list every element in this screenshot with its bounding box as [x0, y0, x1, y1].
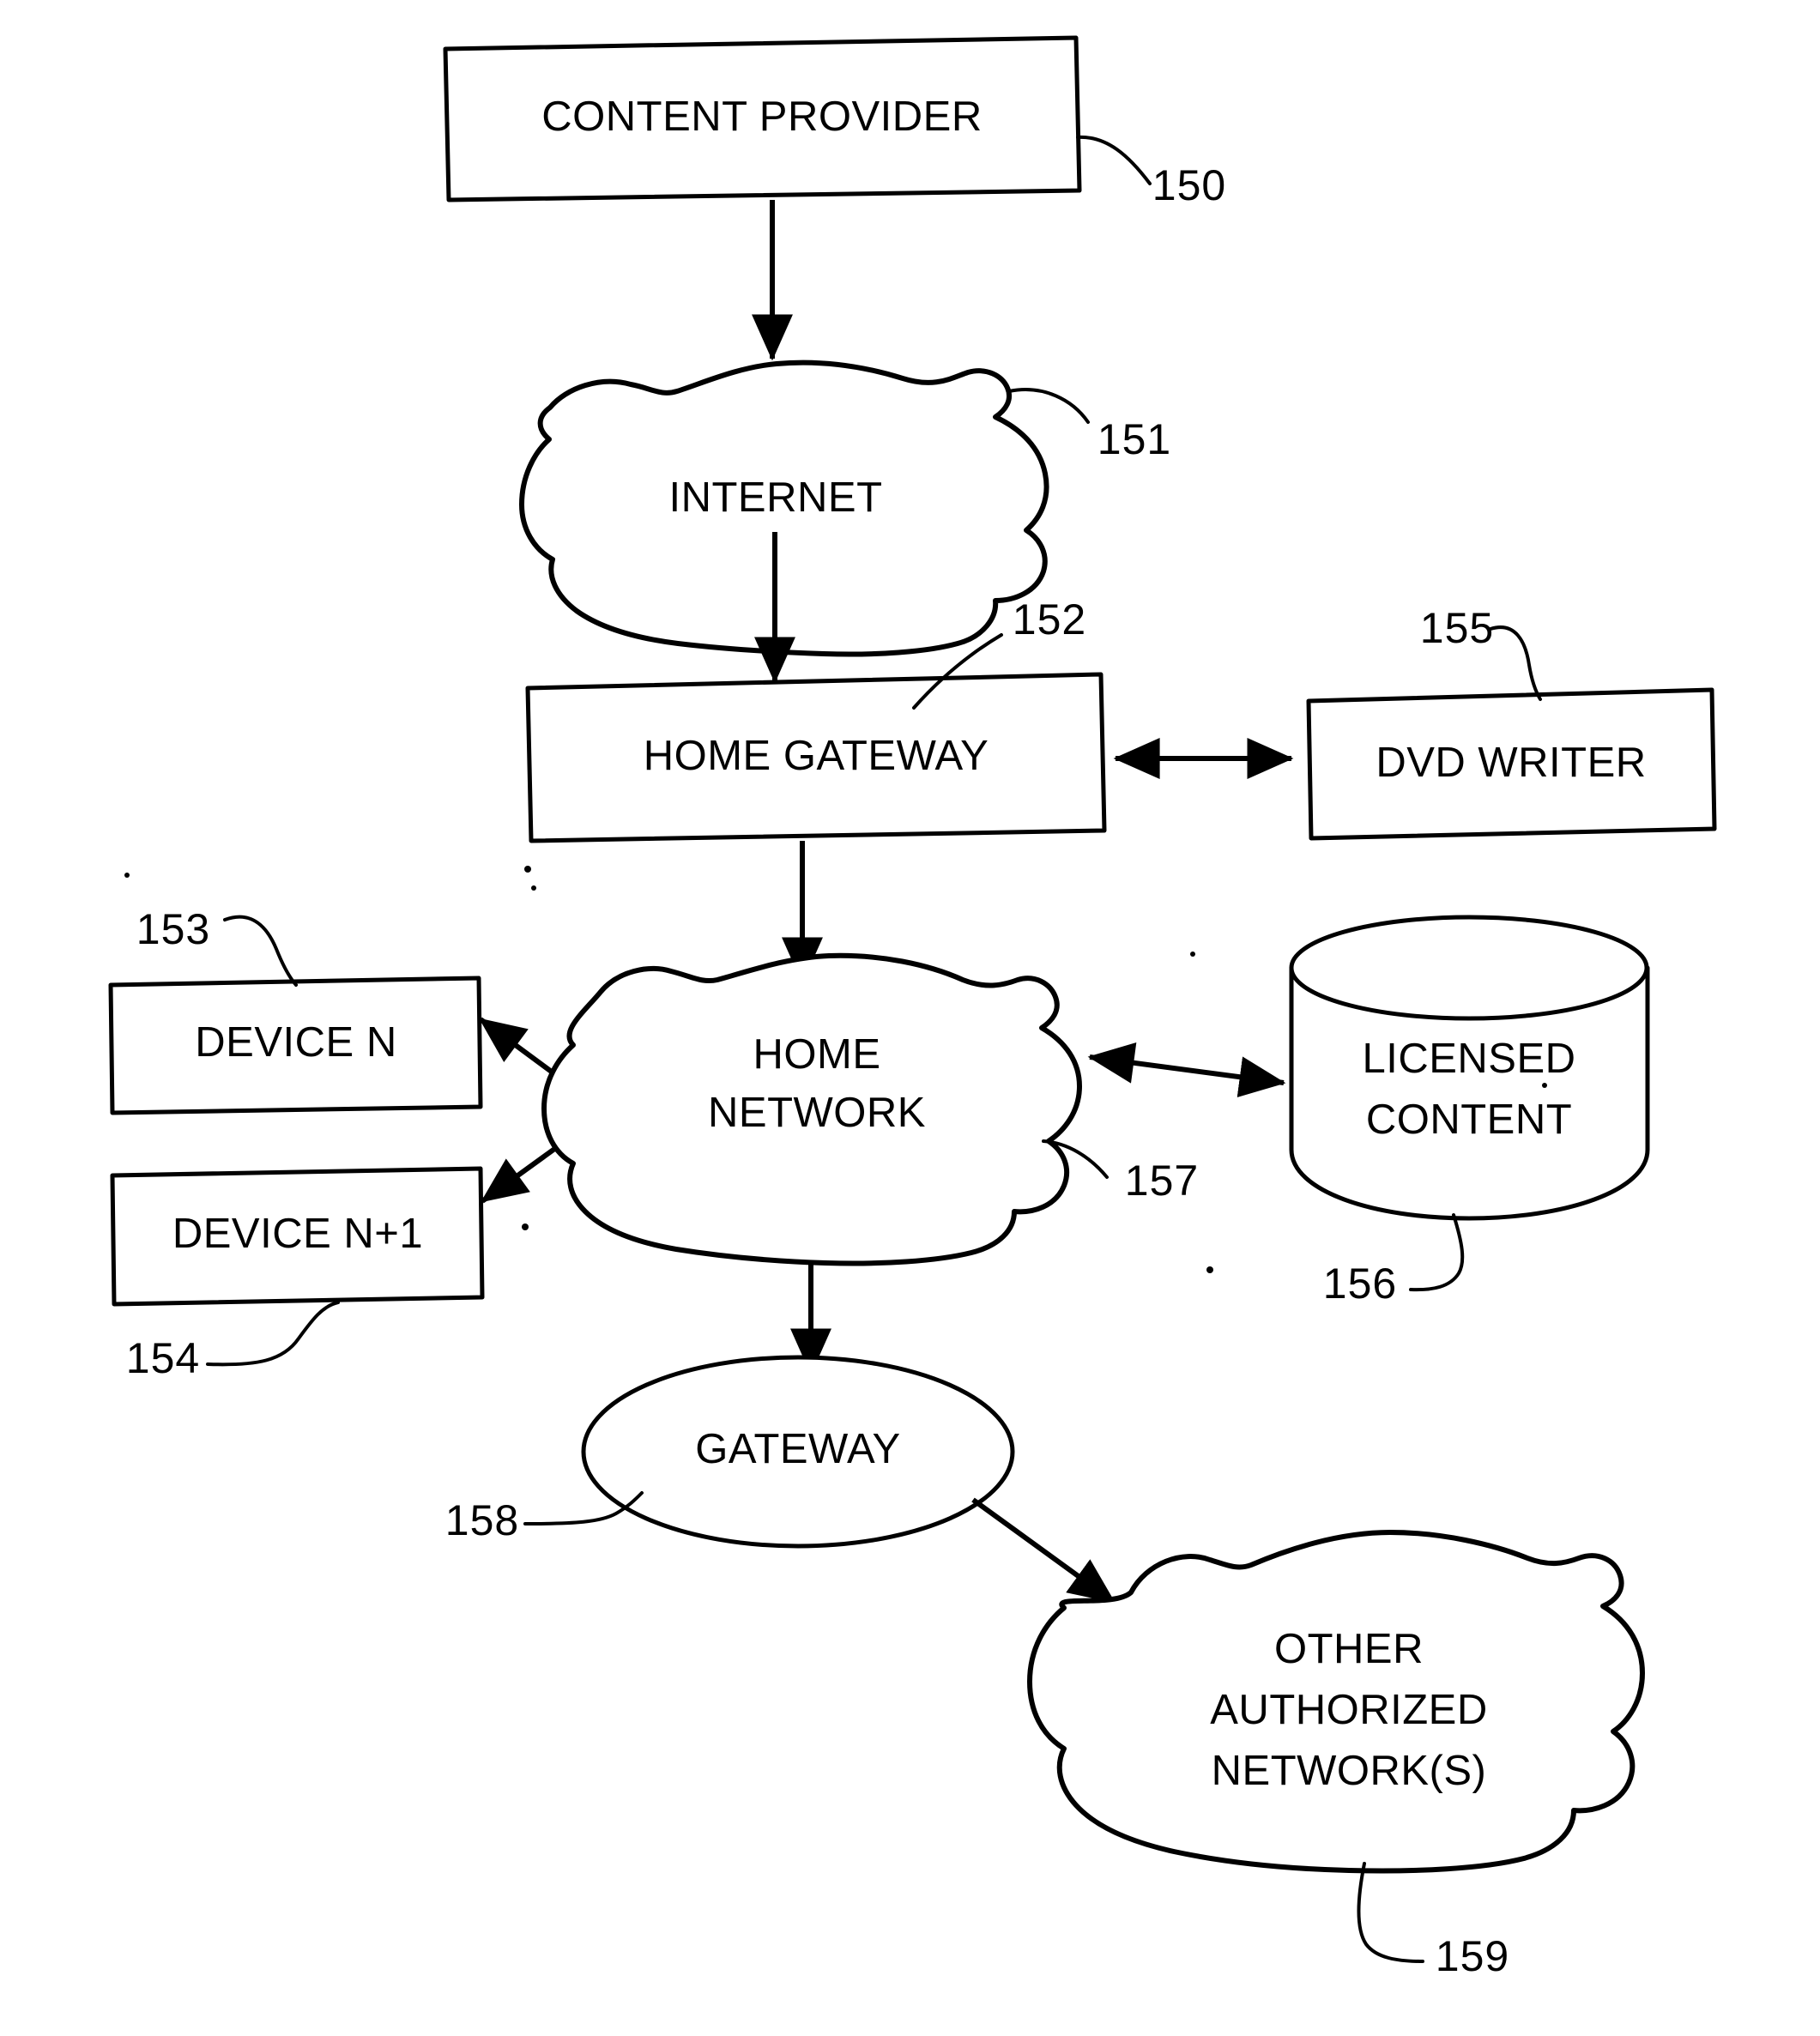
ref-numeral-156: 156 — [1323, 1260, 1397, 1308]
gateway-label: GATEWAY — [695, 1426, 900, 1472]
scan-speck — [524, 866, 531, 873]
ref-numeral-153: 153 — [136, 905, 210, 953]
ref-numeral-154: 154 — [126, 1334, 200, 1382]
ref-numeral-152: 152 — [1013, 595, 1086, 643]
scan-speck — [522, 1223, 529, 1230]
scan-speck — [1190, 952, 1195, 957]
node-internet: INTERNET — [519, 359, 1049, 657]
node-gateway: GATEWAY — [581, 1355, 1015, 1549]
device-n-label: DEVICE N — [195, 1019, 396, 1066]
scan-speck — [531, 885, 536, 891]
other-authorized-networks-label-line3: NETWORK(S) — [1212, 1748, 1487, 1794]
content-provider-label: CONTENT PROVIDER — [541, 94, 982, 140]
node-licensed-content: LICENSED CONTENT — [1289, 915, 1650, 1221]
node-dvd-writer: DVD WRITER — [1306, 687, 1717, 841]
other-authorized-networks-label-line1: OTHER — [1274, 1626, 1424, 1672]
ref-numeral-151: 151 — [1097, 415, 1171, 463]
home-gateway-label: HOME GATEWAY — [644, 733, 989, 779]
ref-numeral-159: 159 — [1436, 1932, 1509, 1980]
ref-numeral-157: 157 — [1125, 1157, 1199, 1205]
ref-numeral-155: 155 — [1420, 604, 1494, 652]
internet-label: INTERNET — [669, 474, 883, 521]
node-home-network: HOME NETWORK — [541, 952, 1082, 1266]
home-network-label-line2: NETWORK — [708, 1090, 926, 1136]
node-device-n: DEVICE N — [108, 976, 483, 1115]
device-n-plus-1-label: DEVICE N+1 — [172, 1211, 423, 1257]
diagram-canvas: CONTENT PROVIDER 150 INTERNET 151 HOME G… — [0, 0, 1820, 2036]
scan-speck — [1542, 1083, 1547, 1088]
patent-figure: CONTENT PROVIDER 150 INTERNET 151 HOME G… — [0, 0, 1820, 2036]
dvd-writer-label: DVD WRITER — [1376, 740, 1646, 786]
licensed-content-label-line2: CONTENT — [1366, 1097, 1572, 1143]
licensed-content-label-line1: LICENSED — [1362, 1036, 1575, 1082]
other-authorized-networks-label-line2: AUTHORIZED — [1210, 1687, 1488, 1733]
licensed-content-cylinder-top — [1289, 915, 1649, 1021]
node-device-n-plus-1: DEVICE N+1 — [110, 1166, 485, 1307]
scan-speck — [1206, 1266, 1213, 1273]
scan-speck — [124, 873, 130, 878]
home-network-label-line1: HOME — [753, 1031, 881, 1078]
ref-numeral-158: 158 — [445, 1496, 519, 1544]
node-home-gateway: HOME GATEWAY — [525, 672, 1107, 843]
ref-numeral-150: 150 — [1152, 161, 1226, 209]
node-content-provider: CONTENT PROVIDER — [443, 35, 1082, 202]
